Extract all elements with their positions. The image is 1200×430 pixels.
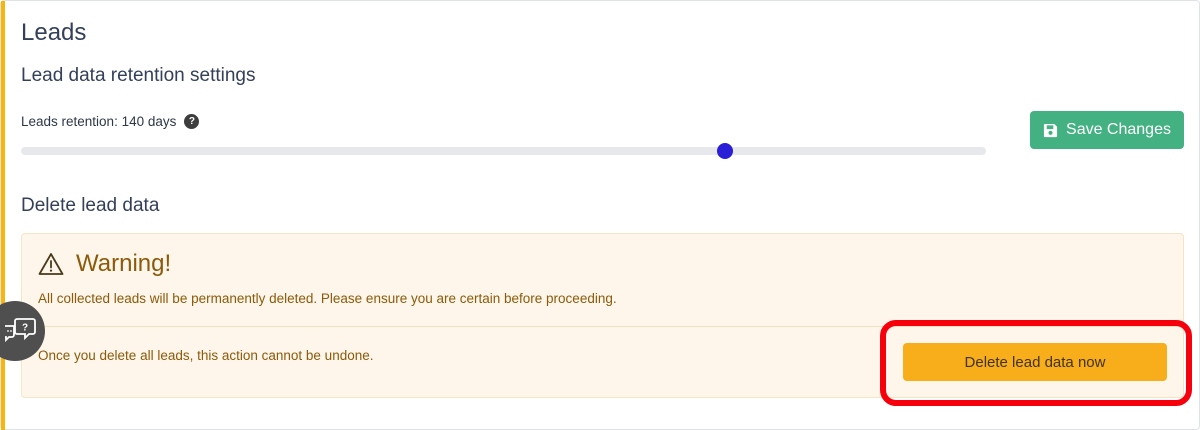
- page-title: Leads: [21, 19, 87, 46]
- retention-section-title: Lead data retention settings: [21, 65, 256, 86]
- warning-header: Warning!: [38, 250, 171, 278]
- retention-slider-thumb[interactable]: [717, 143, 734, 159]
- retention-label-row: Leads retention: 140 days ?: [21, 114, 200, 129]
- warning-text: All collected leads will be permanently …: [38, 291, 617, 306]
- retention-label: Leads retention: 140 days: [21, 114, 177, 129]
- warning-title: Warning!: [76, 250, 172, 277]
- question-circle-icon[interactable]: ?: [184, 114, 200, 129]
- floppy-disk-icon: [1043, 123, 1058, 137]
- delete-note: Once you delete all leads, this action c…: [38, 348, 374, 363]
- retention-slider-track[interactable]: [21, 147, 986, 155]
- accent-bar: [1, 1, 5, 430]
- delete-section-title: Delete lead data: [21, 195, 160, 216]
- leads-settings-card: Leads Lead data retention settings Leads…: [0, 0, 1200, 430]
- save-changes-button[interactable]: Save Changes: [1030, 111, 1184, 149]
- save-changes-label: Save Changes: [1066, 121, 1171, 138]
- warning-triangle-icon: [38, 253, 64, 275]
- svg-text:?: ?: [22, 323, 28, 334]
- chat-help-icon: ?: [5, 318, 36, 343]
- highlight-annotation: [880, 320, 1192, 406]
